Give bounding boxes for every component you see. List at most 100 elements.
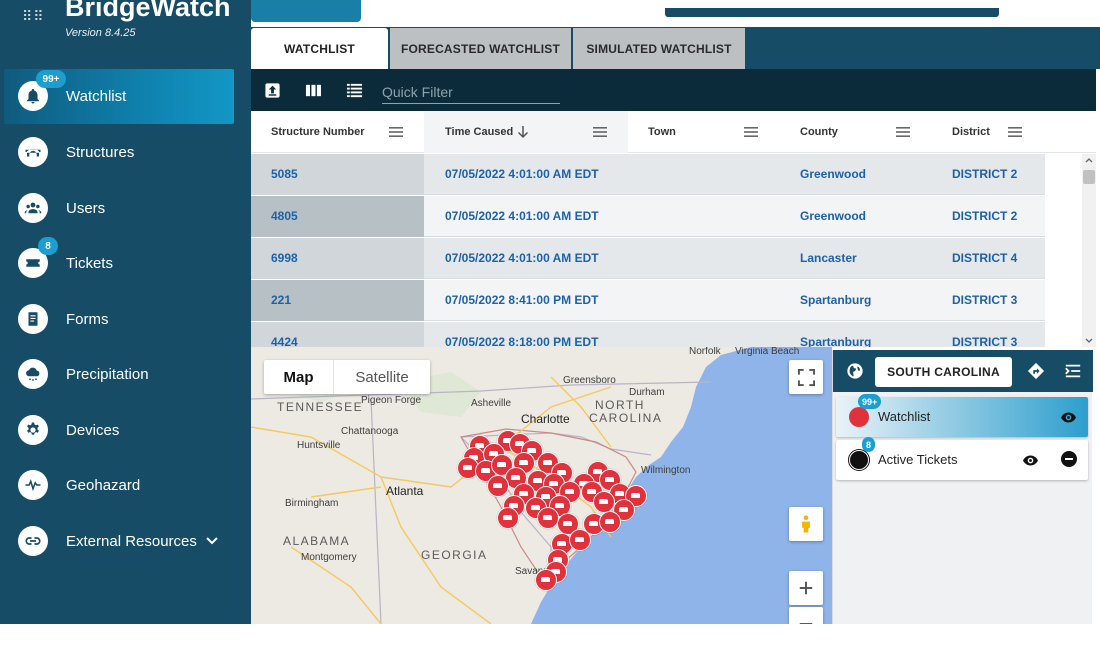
layer-watchlist[interactable]: 99+ Watchlist xyxy=(836,394,1088,437)
map-marker[interactable] xyxy=(487,475,509,497)
table-row[interactable]: 6998 07/05/2022 4:01:00 AM EDT Lancaster… xyxy=(251,238,1045,279)
chevron-down-icon[interactable] xyxy=(204,532,220,548)
export-icon[interactable] xyxy=(263,81,281,99)
sidebar-item-tickets[interactable]: 8 Tickets xyxy=(4,236,234,291)
app-logo: BridgeWatch xyxy=(65,0,231,22)
map-view[interactable]: Pigeon Forge TENNESSEE Greensboro Durham… xyxy=(251,347,832,624)
layers-panel: SOUTH CAROLINA 99+ Watchlist 8 Active Ti… xyxy=(832,350,1093,624)
top-bar xyxy=(251,0,1100,27)
county-cell: Lancaster xyxy=(800,251,857,265)
column-menu-icon[interactable] xyxy=(593,127,607,137)
map-label-georgia: GEORGIA xyxy=(421,548,488,562)
map-marker[interactable] xyxy=(593,491,615,513)
column-header-label: County xyxy=(800,126,838,138)
watchlist-tabs: WATCHLIST FORECASTED WATCHLIST SIMULATED… xyxy=(251,27,1100,69)
app-grid-icon[interactable]: ⠿⠿ xyxy=(22,8,45,25)
map-label-montgomery: Montgomery xyxy=(301,552,357,563)
map-marker[interactable] xyxy=(537,507,559,529)
users-icon xyxy=(18,193,48,223)
map-marker[interactable] xyxy=(497,507,519,529)
district-cell: DISTRICT 3 xyxy=(952,293,1018,307)
bridge-icon xyxy=(18,137,48,167)
fullscreen-button[interactable] xyxy=(789,360,823,394)
density-icon[interactable] xyxy=(345,81,363,99)
globe-icon[interactable] xyxy=(846,362,864,380)
sidebar-item-devices[interactable]: Devices xyxy=(4,403,234,458)
top-search-bar[interactable] xyxy=(665,8,999,17)
column-menu-icon[interactable] xyxy=(896,127,910,137)
column-header-county[interactable]: County xyxy=(780,111,932,153)
column-header-district[interactable]: District xyxy=(932,111,1045,153)
scrollbar-thumb[interactable] xyxy=(1083,170,1095,184)
map-label-greensboro: Greensboro xyxy=(563,375,616,386)
scroll-down-icon[interactable] xyxy=(1085,337,1093,345)
tab-simulated-watchlist[interactable]: SIMULATED WATCHLIST xyxy=(573,28,745,69)
collapse-panel-icon[interactable] xyxy=(1064,362,1082,380)
column-header-time-caused[interactable]: Time Caused xyxy=(424,111,628,153)
grid-scrollbar[interactable] xyxy=(1082,154,1096,347)
zoom-in-button[interactable] xyxy=(789,571,823,605)
sidebar-item-geohazard[interactable]: Geohazard xyxy=(4,458,234,513)
scroll-up-icon[interactable] xyxy=(1085,156,1093,164)
street-view-button[interactable] xyxy=(789,507,823,541)
table-row[interactable]: 4805 07/05/2022 4:01:00 AM EDT Greenwood… xyxy=(251,196,1045,237)
map-type-map-button[interactable]: Map xyxy=(264,360,334,394)
structure-number-link[interactable]: 221 xyxy=(271,293,291,307)
layer-active-tickets[interactable]: 8 Active Tickets xyxy=(836,437,1088,480)
structure-number-link[interactable]: 4424 xyxy=(271,335,298,347)
district-cell: DISTRICT 3 xyxy=(952,335,1018,347)
pulse-icon xyxy=(18,470,48,500)
time-caused-cell: 07/05/2022 8:18:00 PM EDT xyxy=(445,335,599,347)
watchlist-layer-badge: 99+ xyxy=(858,394,882,409)
ticket-layer-icon xyxy=(849,450,869,470)
map-label-alabama: ALABAMA xyxy=(283,534,351,548)
map-marker[interactable] xyxy=(569,529,591,551)
map-marker[interactable] xyxy=(535,569,557,591)
map-label-huntsville: Huntsville xyxy=(297,440,341,451)
column-header-town[interactable]: Town xyxy=(628,111,780,153)
sidebar-item-forms[interactable]: Forms xyxy=(4,292,234,347)
structure-number-link[interactable]: 6998 xyxy=(271,251,298,265)
column-menu-icon[interactable] xyxy=(744,127,758,137)
column-header-label: Time Caused xyxy=(445,126,514,138)
table-row[interactable]: 5085 07/05/2022 4:01:00 AM EDT Greenwood… xyxy=(251,154,1045,195)
sidebar-item-label: External Resources xyxy=(66,533,197,550)
pegman-icon xyxy=(802,515,810,533)
map-marker[interactable] xyxy=(599,511,621,533)
map-type-satellite-button[interactable]: Satellite xyxy=(334,360,430,394)
watchlist-grid: Structure Number Time Caused Town County… xyxy=(251,111,1096,347)
sidebar-item-label: Watchlist xyxy=(66,88,127,105)
directions-icon[interactable] xyxy=(1027,362,1045,380)
column-menu-icon[interactable] xyxy=(389,127,403,137)
sort-descending-icon[interactable] xyxy=(517,125,529,139)
map-label-atlanta: Atlanta xyxy=(386,484,424,498)
map-label-carolina: CAROLINA xyxy=(589,411,663,425)
sidebar-item-external-resources[interactable]: External Resources xyxy=(4,514,234,569)
sidebar-item-watchlist[interactable]: 99+ Watchlist xyxy=(4,69,234,124)
tab-watchlist[interactable]: WATCHLIST xyxy=(251,28,388,69)
table-row[interactable]: 4424 07/05/2022 8:18:00 PM EDT Spartanbu… xyxy=(251,322,1045,347)
structure-number-link[interactable]: 5085 xyxy=(271,167,298,181)
quick-filter-input[interactable] xyxy=(382,80,560,104)
sidebar-item-users[interactable]: Users xyxy=(4,181,234,236)
visibility-icon[interactable] xyxy=(1022,452,1039,469)
top-action-button[interactable] xyxy=(251,0,361,22)
sidebar-item-label: Users xyxy=(66,200,106,217)
sidebar-item-structures[interactable]: Structures xyxy=(4,125,234,180)
sidebar-item-precipitation[interactable]: Precipitation xyxy=(4,347,234,402)
column-header-structure-number[interactable]: Structure Number xyxy=(251,111,424,153)
remove-layer-icon[interactable] xyxy=(1061,451,1077,467)
map-label-north: NORTH xyxy=(595,398,645,412)
region-selector-button[interactable]: SOUTH CAROLINA xyxy=(875,357,1012,387)
county-cell: Spartanburg xyxy=(800,293,872,307)
column-menu-icon[interactable] xyxy=(1008,127,1022,137)
zoom-out-button[interactable] xyxy=(789,607,823,624)
tab-forecasted-watchlist[interactable]: FORECASTED WATCHLIST xyxy=(390,28,571,69)
columns-icon[interactable] xyxy=(304,81,322,99)
structure-number-link[interactable]: 4805 xyxy=(271,209,298,223)
map-type-toggle: Map Satellite xyxy=(264,360,430,394)
table-row[interactable]: 221 07/05/2022 8:41:00 PM EDT Spartanbur… xyxy=(251,280,1045,321)
visibility-icon[interactable] xyxy=(1060,409,1077,426)
sidebar-item-label: Geohazard xyxy=(66,477,141,494)
grid-header: Structure Number Time Caused Town County… xyxy=(251,111,1096,153)
